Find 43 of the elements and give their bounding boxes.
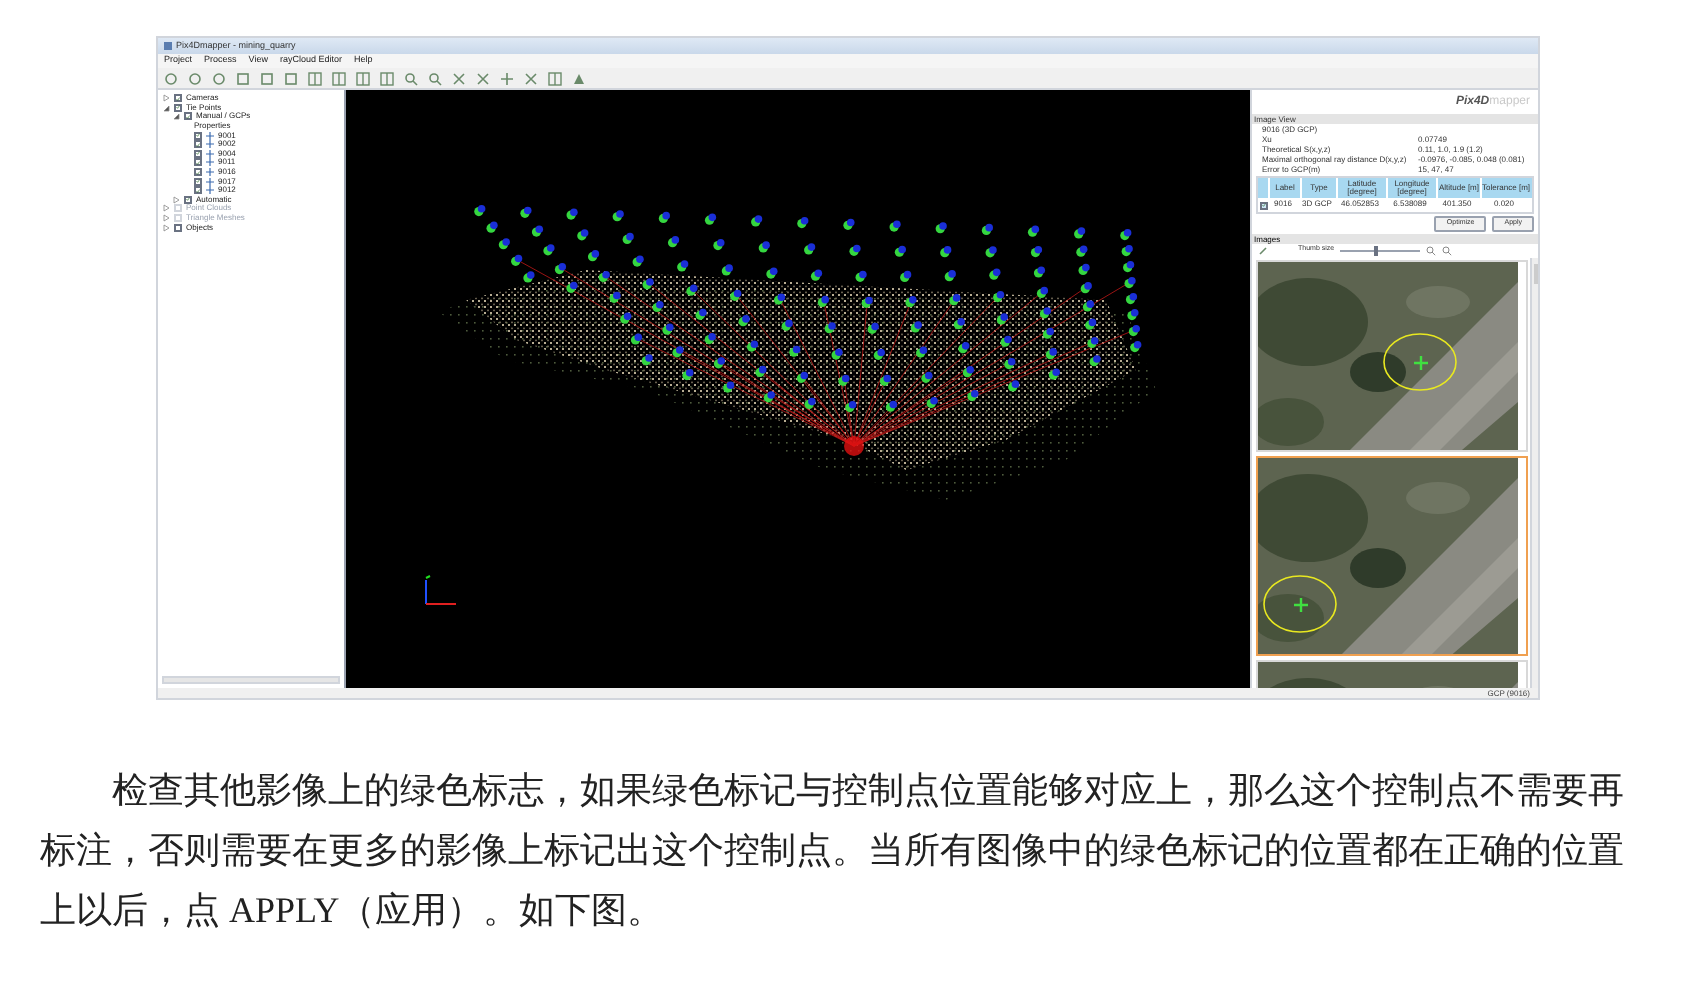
checkbox[interactable] [1259,201,1267,209]
grid-icon[interactable] [356,71,370,85]
zoom-in-icon[interactable] [1426,245,1437,255]
grid-icon[interactable] [332,71,346,85]
grid-icon[interactable] [308,71,322,85]
triangle-icon[interactable] [572,71,586,85]
move-icon[interactable] [500,71,514,85]
checkbox[interactable] [174,103,182,112]
point-cloud-view[interactable] [346,90,1250,688]
horizontal-scrollbar[interactable] [162,676,340,684]
checkbox[interactable] [174,94,182,103]
collapse-icon[interactable] [172,112,180,121]
square-icon[interactable] [284,71,298,85]
marker-circle [1262,573,1338,633]
body-paragraph: 检查其他影像上的绿色标志，如果绿色标记与控制点位置能够对应上，那么这个控制点不需要再标注，否则需要在更多的影像上标记出这个控制点。当所有图像中的绿色标记的位置都在正确的位置上以后，点 APPLY（应用）。如下图。 [38,768,1626,934]
cross-icon [1414,355,1428,369]
circle-icon[interactable] [212,71,226,85]
square-icon[interactable] [236,71,250,85]
checkbox[interactable] [174,223,182,232]
checkbox[interactable] [194,168,202,177]
zoom-out-icon[interactable] [1442,245,1453,255]
checkbox[interactable] [194,177,202,186]
collapse-icon[interactable] [162,103,170,112]
marker-circle [1382,331,1458,391]
cross-icon [1294,597,1308,611]
checkbox[interactable] [184,195,192,204]
grid-icon[interactable] [548,71,562,85]
checkbox[interactable] [194,186,202,195]
zoom-out-icon[interactable] [428,71,442,85]
scrollbar-thumb[interactable] [1533,263,1537,283]
zoom-in-icon[interactable] [404,71,418,85]
axis-icon [425,575,457,605]
checkbox[interactable] [194,131,202,140]
checkbox[interactable] [184,112,192,121]
slider-thumb[interactable] [1374,245,1379,255]
checkbox[interactable] [194,140,202,149]
pin-icon[interactable] [1258,245,1268,255]
circle-icon[interactable] [188,71,202,85]
app-icon [164,42,172,50]
checkbox[interactable] [194,158,202,167]
checkbox[interactable] [194,149,202,158]
square-icon[interactable] [260,71,274,85]
grid-icon[interactable] [380,71,394,85]
